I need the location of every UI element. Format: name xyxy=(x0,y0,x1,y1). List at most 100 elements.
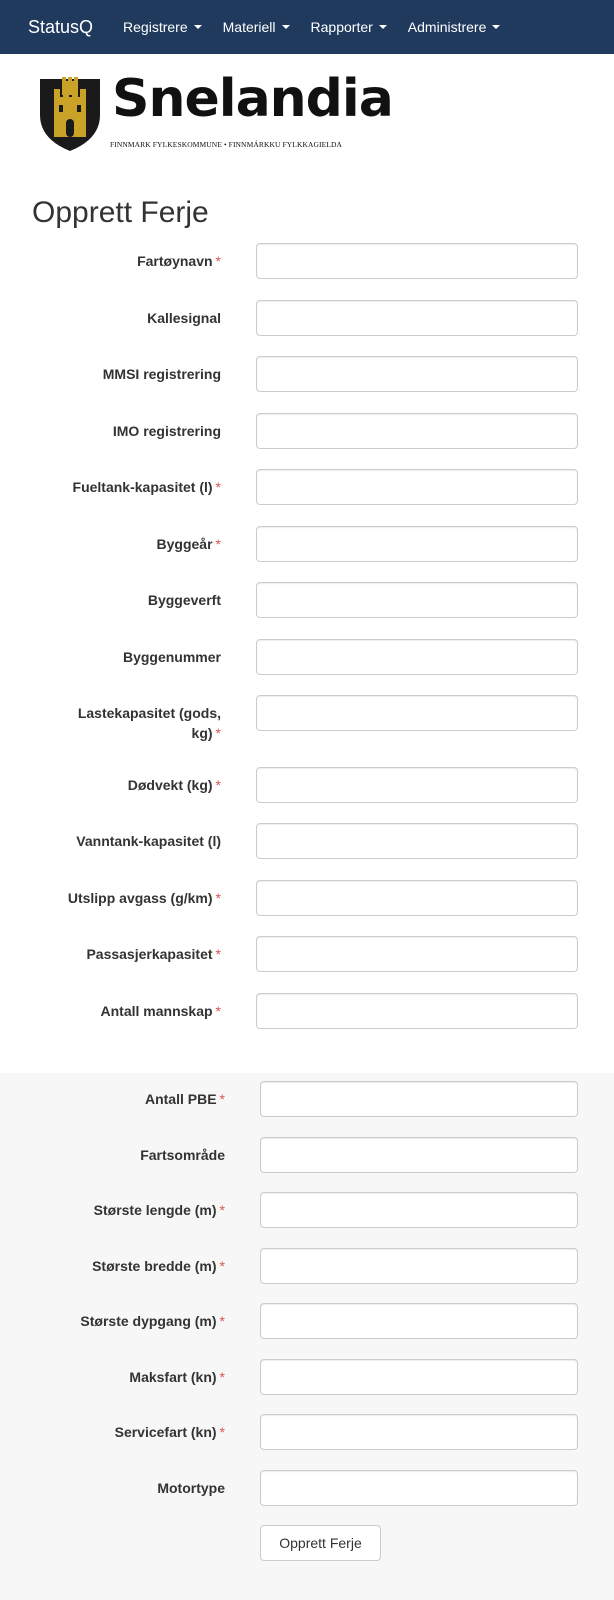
required-asterisk: * xyxy=(219,1369,225,1385)
field-label-text: Kallesignal xyxy=(147,310,221,326)
form-row-servicefart-kn: Servicefart (kn) * xyxy=(0,1414,614,1450)
submit-button[interactable]: Opprett Ferje xyxy=(260,1525,381,1561)
field-label: Maksfart (kn) * xyxy=(24,1367,225,1387)
shield-tower-icon xyxy=(40,77,100,151)
servicefart-kn-input[interactable] xyxy=(260,1414,578,1450)
maksfart-kn-input[interactable] xyxy=(260,1359,578,1395)
byggenummer-input[interactable] xyxy=(256,639,578,675)
navbar-brand[interactable]: StatusQ xyxy=(28,17,93,38)
logo-title: Snelandia xyxy=(112,69,394,129)
form-row-byggenummer: Byggenummer xyxy=(0,639,614,675)
field-label: Fartøynavn * xyxy=(20,251,221,271)
field-label-text: Byggeverft xyxy=(147,592,221,608)
field-label-text: Fartsområde xyxy=(140,1147,225,1163)
field-label: Fartsområde xyxy=(24,1145,225,1165)
field-label-text: Passasjerkapasitet xyxy=(86,946,213,962)
field-label-text: Maksfart (kn) xyxy=(129,1369,217,1385)
passasjerkapasitet-input[interactable] xyxy=(256,936,578,972)
required-asterisk: * xyxy=(215,946,221,962)
form-row-kallesignal: Kallesignal xyxy=(0,300,614,336)
field-label-text: Lastekapasitet (gods, xyxy=(77,705,221,721)
required-asterisk: * xyxy=(219,1258,225,1274)
field-label-text-line2: kg) xyxy=(191,725,213,741)
field-label: Servicefart (kn) * xyxy=(24,1422,225,1442)
required-asterisk: * xyxy=(219,1202,225,1218)
field-label-text: Motortype xyxy=(157,1480,225,1496)
form-row-fartoynavn: Fartøynavn * xyxy=(0,243,614,279)
fartsomrade-input[interactable] xyxy=(260,1137,578,1173)
form-row-storste-bredde-m: Største bredde (m) * xyxy=(0,1248,614,1284)
required-asterisk: * xyxy=(215,479,221,495)
storste-bredde-m-input[interactable] xyxy=(260,1248,578,1284)
field-label: Antall mannskap * xyxy=(20,1001,221,1021)
field-label-text: Vanntank-kapasitet (l) xyxy=(76,833,221,849)
required-asterisk: * xyxy=(219,1313,225,1329)
antall-mannskap-input[interactable] xyxy=(256,993,578,1029)
field-label: MMSI registrering xyxy=(20,364,221,384)
fueltank-kapasitet-l-input[interactable] xyxy=(256,469,578,505)
required-asterisk: * xyxy=(219,1424,225,1440)
field-label: Største dypgang (m) * xyxy=(24,1311,225,1331)
logo-subtitle: FINNMARK FYLKESKOMMUNE • FINNMÁRKKU FYLK… xyxy=(110,140,343,149)
caret-down-icon xyxy=(193,25,202,29)
form-row-imo-registrering: IMO registrering xyxy=(0,413,614,449)
lastekapasitet-gods-input[interactable] xyxy=(256,695,578,731)
field-label-text: Største bredde (m) xyxy=(92,1258,217,1274)
field-label-text: IMO registrering xyxy=(112,423,221,439)
field-label-text: Byggeår xyxy=(156,536,213,552)
field-label-text: Fartøynavn xyxy=(137,253,213,269)
required-asterisk: * xyxy=(215,1003,221,1019)
fartoynavn-input[interactable] xyxy=(256,243,578,279)
form-row-byggear: Byggeår * xyxy=(0,526,614,562)
form-row-maksfart-kn: Maksfart (kn) * xyxy=(0,1359,614,1395)
form-row-fueltank-kapasitet-l: Fueltank-kapasitet (l) * xyxy=(0,469,614,505)
motortype-input[interactable] xyxy=(260,1470,578,1506)
nav-item-materiell[interactable]: Materiell xyxy=(223,19,290,35)
form-row-utslipp-avgass-g-km: Utslipp avgass (g/km) * xyxy=(0,880,614,916)
form-row-motortype: Motortype xyxy=(0,1470,614,1506)
storste-lengde-m-input[interactable] xyxy=(260,1192,578,1228)
field-label: Antall PBE * xyxy=(24,1089,225,1109)
mmsi-registrering-input[interactable] xyxy=(256,356,578,392)
field-label-text: Antall mannskap xyxy=(100,1003,213,1019)
storste-dypgang-m-input[interactable] xyxy=(260,1303,578,1339)
antall-pbe-input[interactable] xyxy=(260,1081,578,1117)
byggear-input[interactable] xyxy=(256,526,578,562)
field-label: IMO registrering xyxy=(20,421,221,441)
vanntank-kapasitet-l-input[interactable] xyxy=(256,823,578,859)
snelandia-logo: Snelandia FINNMARK FYLKESKOMMUNE • FINNM… xyxy=(36,69,416,157)
dodvekt-kg-input[interactable] xyxy=(256,767,578,803)
kallesignal-input[interactable] xyxy=(256,300,578,336)
form-row-vanntank-kapasitet-l: Vanntank-kapasitet (l) xyxy=(0,823,614,859)
nav-item-registrere[interactable]: Registrere xyxy=(123,19,202,35)
byggeverft-input[interactable] xyxy=(256,582,578,618)
field-label: Fueltank-kapasitet (l) * xyxy=(20,477,221,497)
required-asterisk: * xyxy=(215,253,221,269)
imo-registrering-input[interactable] xyxy=(256,413,578,449)
nav-item-label: Registrere xyxy=(123,19,188,35)
nav-item-label: Rapporter xyxy=(310,19,373,35)
form-row-lastekapasitet-gods: Lastekapasitet (gods, kg) * xyxy=(0,695,614,741)
required-asterisk: * xyxy=(215,890,221,906)
caret-down-icon xyxy=(281,25,290,29)
field-label: Byggeverft xyxy=(20,590,221,610)
caret-down-icon xyxy=(378,25,387,29)
field-label: Kallesignal xyxy=(20,308,221,328)
field-label-text: Største lengde (m) xyxy=(93,1202,217,1218)
required-asterisk: * xyxy=(215,777,221,793)
required-asterisk: * xyxy=(215,725,221,741)
field-label: Motortype xyxy=(24,1478,225,1498)
required-asterisk: * xyxy=(215,536,221,552)
field-label: Lastekapasitet (gods, kg) * xyxy=(20,703,221,743)
top-navbar: StatusQ Registrere Materiell Rapporter A… xyxy=(0,0,614,54)
field-label-text: MMSI registrering xyxy=(102,366,221,382)
form-row-antall-mannskap: Antall mannskap * xyxy=(0,993,614,1029)
utslipp-avgass-g-km-input[interactable] xyxy=(256,880,578,916)
nav-item-label: Materiell xyxy=(222,19,276,35)
field-label-text: Servicefart (kn) xyxy=(114,1424,217,1440)
caret-down-icon xyxy=(492,25,501,29)
form-row-storste-dypgang-m: Største dypgang (m) * xyxy=(0,1303,614,1339)
field-label: Største bredde (m) * xyxy=(24,1256,225,1276)
nav-item-administrere[interactable]: Administrere xyxy=(408,19,501,35)
nav-item-rapporter[interactable]: Rapporter xyxy=(311,19,387,35)
